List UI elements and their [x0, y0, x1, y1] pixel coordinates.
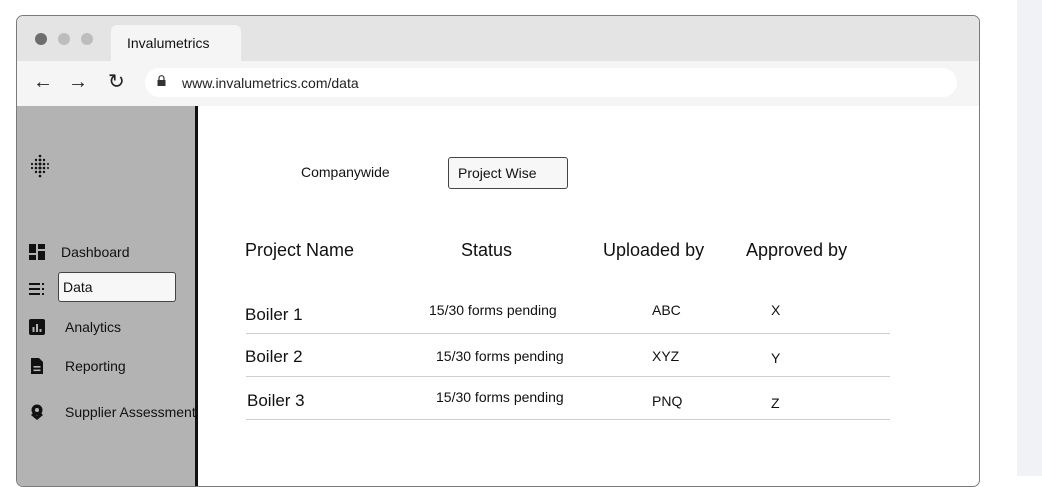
approved-by-cell: Z: [771, 395, 780, 411]
uploaded-by-cell: ABC: [652, 302, 681, 318]
status-cell: 15/30 forms pending: [429, 302, 557, 318]
uploaded-by-cell: PNQ: [652, 393, 683, 409]
column-header-approved-by: Approved by: [746, 240, 848, 260]
row-divider: [246, 333, 890, 334]
row-divider: [246, 376, 890, 377]
url-field[interactable]: www.invalumetrics.com/data: [145, 68, 957, 97]
status-cell: 15/30 forms pending: [436, 389, 564, 405]
sidebar-item-data-selected-box[interactable]: Data: [58, 272, 176, 302]
sidebar: Dashboard Data Analytics Reporting Suppl…: [17, 106, 198, 486]
row-divider: [246, 419, 890, 420]
document-icon: [31, 358, 43, 374]
url-text: www.invalumetrics.com/data: [182, 75, 359, 91]
sidebar-item-label: Analytics: [65, 319, 122, 335]
maximize-window-dot[interactable]: [81, 33, 93, 45]
approved-by-cell: Y: [771, 350, 781, 366]
status-cell: 15/30 forms pending: [436, 348, 564, 364]
close-window-dot[interactable]: [35, 33, 47, 45]
browser-window: Invalumetrics ← → ↻ www.invalumetrics.co…: [16, 15, 980, 487]
address-bar: ← → ↻ www.invalumetrics.com/data: [17, 61, 979, 106]
reload-icon[interactable]: ↻: [108, 70, 125, 94]
column-header-project-name: Project Name: [245, 240, 355, 260]
dashboard-icon: [29, 244, 45, 260]
tab-title: Invalumetrics: [127, 35, 210, 51]
minimize-window-dot[interactable]: [58, 33, 70, 45]
lock-icon: [157, 75, 166, 86]
companywide-toggle[interactable]: Companywide: [301, 164, 390, 180]
project-name-cell: Boiler 3: [247, 391, 305, 410]
project-wise-toggle[interactable]: Project Wise: [448, 157, 568, 189]
browser-tab[interactable]: Invalumetrics: [111, 25, 241, 61]
page-gutter: [1017, 0, 1042, 476]
sidebar-item-label: Reporting: [65, 358, 126, 374]
forward-arrow-icon[interactable]: →: [68, 70, 88, 94]
project-name-cell: Boiler 2: [245, 347, 303, 366]
project-wise-label: Project Wise: [458, 165, 537, 181]
sidebar-item-label: Supplier Assessment: [65, 404, 196, 420]
column-header-status: Status: [461, 240, 513, 260]
column-header-uploaded-by: Uploaded by: [603, 240, 705, 260]
data-list-icon: [29, 283, 44, 295]
sidebar-item-label: Data: [63, 279, 93, 295]
analytics-icon: [29, 319, 45, 335]
tab-bar: Invalumetrics: [17, 16, 979, 61]
badge-icon: [31, 404, 43, 420]
uploaded-by-cell: XYZ: [652, 348, 680, 364]
app-logo-icon: [30, 154, 49, 178]
approved-by-cell: X: [771, 302, 781, 318]
sidebar-item-label: Dashboard: [61, 244, 130, 260]
project-name-cell: Boiler 1: [245, 305, 303, 324]
back-arrow-icon[interactable]: ←: [33, 70, 53, 94]
